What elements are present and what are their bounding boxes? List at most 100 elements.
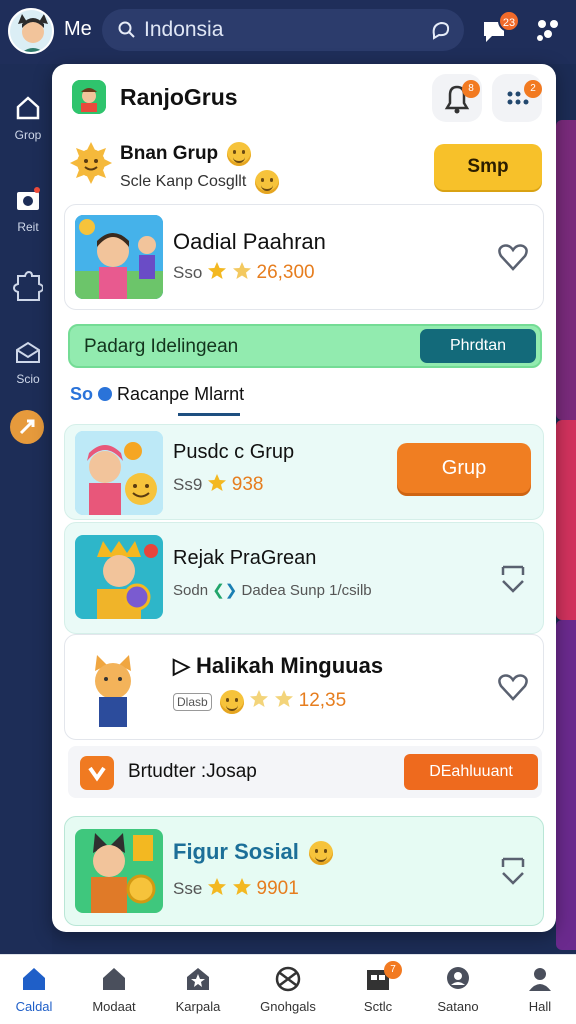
home-icon bbox=[23, 968, 45, 990]
tab-prefix: So bbox=[70, 384, 94, 404]
search-bar[interactable]: Indonsia bbox=[102, 9, 464, 51]
rail-label: Scio bbox=[16, 372, 40, 386]
promo-row: Brtudter :Josap DEahluuant bbox=[68, 746, 542, 798]
nav-item-karpala[interactable]: Karpala bbox=[158, 965, 238, 1014]
promo-label: Brtudter :Josap bbox=[128, 761, 257, 782]
join-button[interactable]: Smp bbox=[434, 144, 542, 190]
star-icon bbox=[250, 690, 269, 707]
smiley-icon bbox=[309, 841, 334, 866]
sun-mascot-icon bbox=[70, 142, 112, 184]
top-bar: Me Indonsia 23 bbox=[0, 0, 576, 64]
nav-item-satano[interactable]: Satano bbox=[418, 965, 498, 1014]
item-meta: Sse 9901 bbox=[173, 878, 299, 899]
menu-button[interactable]: 2 bbox=[492, 74, 542, 122]
smiley-icon bbox=[220, 689, 245, 714]
download-icon[interactable] bbox=[497, 561, 529, 599]
rail-item-grop[interactable]: Grop bbox=[0, 94, 56, 142]
list-item[interactable]: Oadial Paahran Sso 26,300 bbox=[64, 204, 544, 310]
home-icon bbox=[16, 96, 40, 120]
globe-icon bbox=[275, 966, 301, 992]
nav-item-sctlc[interactable]: 7 Sctlc bbox=[338, 961, 418, 1014]
item-title: Rejak PraGrean bbox=[173, 547, 317, 569]
nav-item-hall[interactable]: Hall bbox=[500, 965, 576, 1014]
compose-button[interactable] bbox=[10, 410, 44, 444]
me-label[interactable]: Me bbox=[64, 18, 92, 41]
rail-item-puzzle[interactable] bbox=[0, 270, 56, 310]
background-strip bbox=[556, 620, 576, 950]
star-icon bbox=[208, 878, 227, 895]
user-avatar[interactable] bbox=[8, 8, 54, 54]
star-icon bbox=[208, 474, 227, 491]
background-strip bbox=[556, 420, 576, 620]
rail-item-reit[interactable]: Reit bbox=[0, 186, 56, 234]
heart-icon[interactable] bbox=[497, 671, 529, 703]
list-item[interactable]: Rejak PraGrean Sodn ❮❯ Dadea Sunp 1/csil… bbox=[64, 522, 544, 634]
search-icon bbox=[118, 21, 135, 38]
apps-icon[interactable] bbox=[534, 16, 562, 44]
game-thumbnail bbox=[75, 215, 163, 299]
section-tab[interactable]: So Racanpe Mlarnt bbox=[70, 384, 244, 405]
smiley-icon bbox=[254, 170, 279, 194]
smiley-icon bbox=[227, 142, 252, 166]
item-meta: Sodn ❮❯ Dadea Sunp 1/csilb bbox=[173, 582, 372, 599]
brand-title: Bnan Grup bbox=[120, 142, 252, 166]
banner-button[interactable]: Phrdtan bbox=[420, 329, 536, 363]
rail-item-scio[interactable]: Scio bbox=[0, 340, 56, 386]
promo-banner: Padarg Idelingean Phrdtan bbox=[68, 324, 542, 368]
list-item[interactable]: Figur Sosial Sse 9901 bbox=[64, 816, 544, 926]
page-title: RanjoGrus bbox=[120, 84, 238, 110]
rail-label: Grop bbox=[14, 128, 42, 142]
game-thumbnail bbox=[75, 649, 163, 733]
heart-icon[interactable] bbox=[497, 241, 529, 273]
group-join-button[interactable]: Grup bbox=[397, 443, 531, 493]
chat-icon bbox=[447, 967, 469, 989]
play-icon: ▷ bbox=[173, 653, 190, 678]
brand-subtitle: Scle Kanp Cosgllt bbox=[120, 170, 279, 194]
notification-badge: 23 bbox=[498, 10, 520, 32]
game-thumbnail bbox=[75, 431, 163, 515]
group-panel: RanjoGrus 8 2 Bnan Grup Scle Kanp Cosgll… bbox=[52, 64, 556, 932]
star-icon bbox=[232, 262, 251, 279]
item-meta: Dlasb 12,35 bbox=[173, 689, 346, 714]
side-rail: Grop Reit Scio bbox=[0, 64, 52, 954]
menu-badge: 2 bbox=[524, 80, 542, 98]
puzzle-icon bbox=[13, 270, 43, 301]
game-thumbnail bbox=[75, 829, 163, 913]
camera-icon bbox=[17, 187, 40, 210]
bottom-nav: Caldal Modaat Karpala Gnohgals 7 Sctlc S… bbox=[0, 954, 576, 1024]
item-title: Figur Sosial bbox=[173, 839, 334, 866]
app-logo bbox=[72, 80, 106, 114]
promo-button[interactable]: DEahluuant bbox=[404, 754, 538, 790]
star-icon bbox=[274, 690, 293, 707]
list-item[interactable]: Pusdc c Grup Ss9 938 Grup bbox=[64, 424, 544, 520]
notifications-button[interactable]: 8 bbox=[432, 74, 482, 122]
item-title: Oadial Paahran bbox=[173, 229, 326, 254]
list-item[interactable]: ▷ Halikah Minguuas Dlasb 12,35 bbox=[64, 634, 544, 740]
star-icon bbox=[208, 262, 227, 279]
item-meta: Sso 26,300 bbox=[173, 262, 315, 283]
item-meta: Ss9 938 bbox=[173, 474, 264, 495]
arrows-icon: ❯ bbox=[224, 582, 238, 599]
edit-icon bbox=[19, 419, 35, 435]
user-icon bbox=[529, 968, 551, 991]
nav-badge: 7 bbox=[384, 961, 402, 979]
arrows-icon: ❮ bbox=[212, 582, 225, 599]
search-input[interactable]: Indonsia bbox=[144, 18, 430, 42]
promo-icon bbox=[80, 756, 114, 790]
nav-item-gnohgals[interactable]: Gnohgals bbox=[248, 965, 328, 1014]
download-icon[interactable] bbox=[497, 853, 529, 891]
voice-icon[interactable] bbox=[430, 19, 452, 41]
star-house-icon bbox=[187, 968, 209, 990]
item-title: ▷ Halikah Minguuas bbox=[173, 653, 384, 678]
game-thumbnail bbox=[75, 535, 163, 619]
mail-icon bbox=[16, 341, 40, 363]
house-icon bbox=[103, 968, 125, 990]
background-strip bbox=[556, 120, 576, 420]
tab-dot-icon bbox=[98, 387, 113, 401]
star-icon bbox=[232, 878, 251, 895]
item-title: Pusdc c Grup bbox=[173, 441, 295, 463]
nav-item-modaat[interactable]: Modaat bbox=[74, 965, 154, 1014]
tab-label: Racanpe Mlarnt bbox=[117, 384, 245, 404]
bell-badge: 8 bbox=[462, 80, 480, 98]
nav-item-caldal[interactable]: Caldal bbox=[0, 965, 74, 1014]
